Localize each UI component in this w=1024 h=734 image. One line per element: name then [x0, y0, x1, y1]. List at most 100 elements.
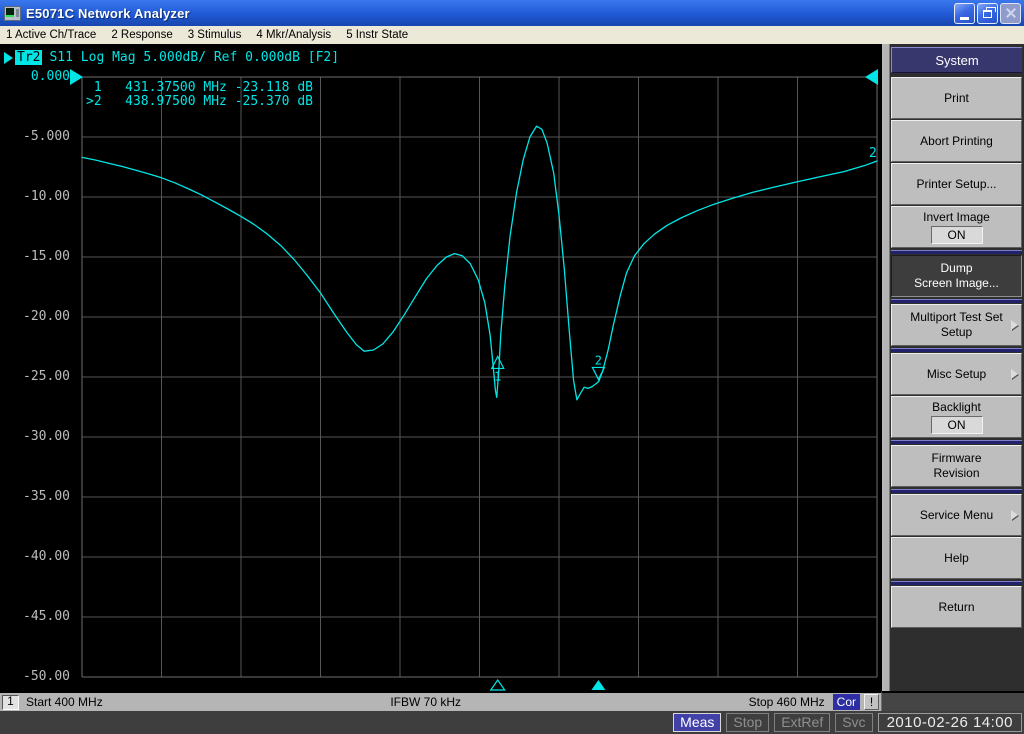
plot-svg: 2 1 2 [70, 69, 878, 691]
y-axis-tick-label: -5.000 [23, 129, 70, 144]
softkey-label-line: Service Menu [919, 507, 994, 522]
title-bar[interactable]: E5071C Network Analyzer [0, 0, 1024, 26]
softkey-label-line: Firmware [931, 451, 982, 465]
minimize-icon [960, 16, 969, 20]
app-icon [4, 5, 21, 21]
softkey-value-backlight: ON [930, 416, 983, 434]
y-axis-tick-label: -50.00 [23, 669, 70, 684]
clock: 2010-02-26 14:00 [877, 713, 1022, 732]
active-trace-arrow-icon [4, 51, 13, 64]
softkey-label-line: Help [944, 550, 969, 565]
softkey-help[interactable]: Help [891, 537, 1022, 579]
softkey-dump-screen-image[interactable]: Dump Screen Image... [891, 255, 1022, 297]
softkey-service-menu[interactable]: Service Menu [891, 494, 1022, 536]
softkey-misc-setup[interactable]: Misc Setup [891, 353, 1022, 395]
start-frequency-label: Start 400 MHz [26, 695, 103, 709]
softkey-label-line: Printer Setup... [916, 176, 997, 191]
softkey-label-line: Print [944, 90, 969, 105]
y-axis-tick-label: -20.00 [23, 309, 70, 324]
softkey-group-separator [891, 348, 1022, 352]
channel-bar-row: 1 Start 400 MHz IFBW 70 kHz Stop 460 MHz… [0, 691, 1024, 711]
softkey-group-separator [891, 440, 1022, 444]
status-bar: Meas Stop ExtRef Svc 2010-02-26 14:00 [0, 711, 1024, 734]
menu-item-4-mkr-analysis[interactable]: 4 Mkr/Analysis [256, 29, 331, 41]
softkey-group-separator [891, 489, 1022, 493]
softkey-label-line: Return [938, 599, 975, 614]
marker-2-readout: >2 438.97500 MHz -25.370 dB [86, 94, 313, 109]
status-extref-indicator: ExtRef [774, 713, 831, 732]
close-button [1000, 2, 1021, 24]
menu-item-5-instr-state[interactable]: 5 Instr State [346, 29, 408, 41]
softkey-print[interactable]: Print [891, 77, 1022, 119]
window-title: E5071C Network Analyzer [26, 5, 190, 21]
main-area: 2 1 2 Tr2 S11 Log Mag 5.000dB/ Ref 0.000dB… [0, 44, 1024, 691]
y-axis-tick-label: -30.00 [23, 429, 70, 444]
menu-item-1-active-ch-trace[interactable]: 1 Active Ch/Trace [6, 29, 96, 41]
submenu-arrow-icon [1011, 320, 1018, 330]
y-axis-tick-label: 0.000 [30, 69, 70, 84]
marker-1-readout: 1 431.37500 MHz -23.118 dB [86, 80, 313, 95]
softkey-value-invert-image: ON [930, 226, 983, 244]
softkey-invert-image[interactable]: Invert Image ON [891, 206, 1022, 248]
channel-number-badge: 1 [2, 694, 19, 710]
reference-level-marker-left-icon[interactable] [70, 69, 83, 85]
correction-status-badge: Cor [832, 694, 860, 710]
softkey-group-separator [891, 581, 1022, 585]
close-icon [1005, 7, 1017, 19]
softkey-group-separator [891, 299, 1022, 303]
marker-1-stimulus-indicator-icon[interactable] [489, 678, 506, 691]
menu-bar: 1 Active Ch/Trace 2 Response 3 Stimulus 4 M… [0, 26, 1024, 44]
trace-header: Tr2 S11 Log Mag 5.000dB/ Ref 0.000dB [F2… [4, 50, 339, 65]
reference-level-marker-right-icon[interactable] [865, 69, 878, 85]
softkey-column: System Print Abort Printing Printer Setup..… [890, 44, 1024, 691]
softkey-label-line: Revision [933, 466, 980, 480]
softkey-return[interactable]: Return [891, 586, 1022, 628]
softkey-group-separator [891, 250, 1022, 254]
softkey-firmware-revision[interactable]: Firmware Revision [891, 445, 1022, 487]
softkey-menu-title: System [891, 47, 1022, 73]
softkey-label-line: Dump [940, 261, 973, 275]
softkey-label-line: Screen Image... [914, 276, 999, 290]
softkey-label-line: Multiport Test Set [910, 310, 1003, 324]
stop-frequency-label: Stop 460 MHz [748, 695, 825, 709]
softkey-label-line: Abort Printing [920, 133, 993, 148]
trace-label-chip[interactable]: Tr2 [15, 50, 43, 65]
y-axis-tick-label: -10.00 [23, 189, 70, 204]
softkey-multiport-test-set-setup[interactable]: Multiport Test Set Setup [891, 304, 1022, 346]
softkey-label-line: Invert Image [923, 210, 990, 224]
status-svc-indicator: Svc [835, 713, 873, 732]
alert-badge[interactable]: ! [864, 694, 879, 710]
softkey-backlight[interactable]: Backlight ON [891, 396, 1022, 438]
submenu-arrow-icon [1011, 369, 1018, 379]
y-axis-tick-label: -40.00 [23, 549, 70, 564]
softkey-abort-printing[interactable]: Abort Printing [891, 120, 1022, 162]
application-window: E5071C Network Analyzer 1 Active Ch/Trac… [0, 0, 1024, 734]
channel-bar: 1 Start 400 MHz IFBW 70 kHz Stop 460 MHz… [0, 691, 882, 711]
channel-bar-filler [882, 691, 1024, 711]
softkey-label-line: Backlight [932, 400, 981, 414]
restore-icon [983, 7, 996, 18]
y-axis-tick-label: -35.00 [23, 489, 70, 504]
menu-item-2-response[interactable]: 2 Response [111, 29, 172, 41]
restore-button[interactable] [977, 2, 998, 24]
marker-2-stimulus-indicator-icon[interactable] [591, 680, 606, 690]
softkey-label-line: Setup [940, 325, 973, 339]
softkey-sidebar: System Print Abort Printing Printer Setup..… [884, 44, 1024, 691]
y-axis-tick-label: -45.00 [23, 609, 70, 624]
marker-readout: 1 431.37500 MHz -23.118 dB >2 438.97500 M… [86, 81, 313, 109]
ifbw-label: IFBW 70 kHz [390, 695, 461, 709]
marker-1-label: 1 [494, 369, 501, 383]
marker-2-label: 2 [595, 353, 602, 367]
softkey-label-line: Misc Setup [926, 366, 987, 381]
y-axis-tick-label: -25.00 [23, 369, 70, 384]
status-stop-indicator: Stop [726, 713, 770, 732]
submenu-arrow-icon [1011, 510, 1018, 520]
instrument-screen: 2 1 2 Tr2 S11 Log Mag 5.000dB/ Ref 0.000dB… [0, 44, 882, 691]
y-axis-tick-label: -15.00 [23, 249, 70, 264]
menu-item-3-stimulus[interactable]: 3 Stimulus [188, 29, 242, 41]
trace-header-text: S11 Log Mag 5.000dB/ Ref 0.000dB [F2] [49, 50, 340, 65]
softkey-printer-setup[interactable]: Printer Setup... [891, 163, 1022, 205]
trace-number-label: 2 [869, 146, 877, 161]
minimize-button[interactable] [954, 2, 975, 24]
status-meas-indicator: Meas [673, 713, 722, 732]
